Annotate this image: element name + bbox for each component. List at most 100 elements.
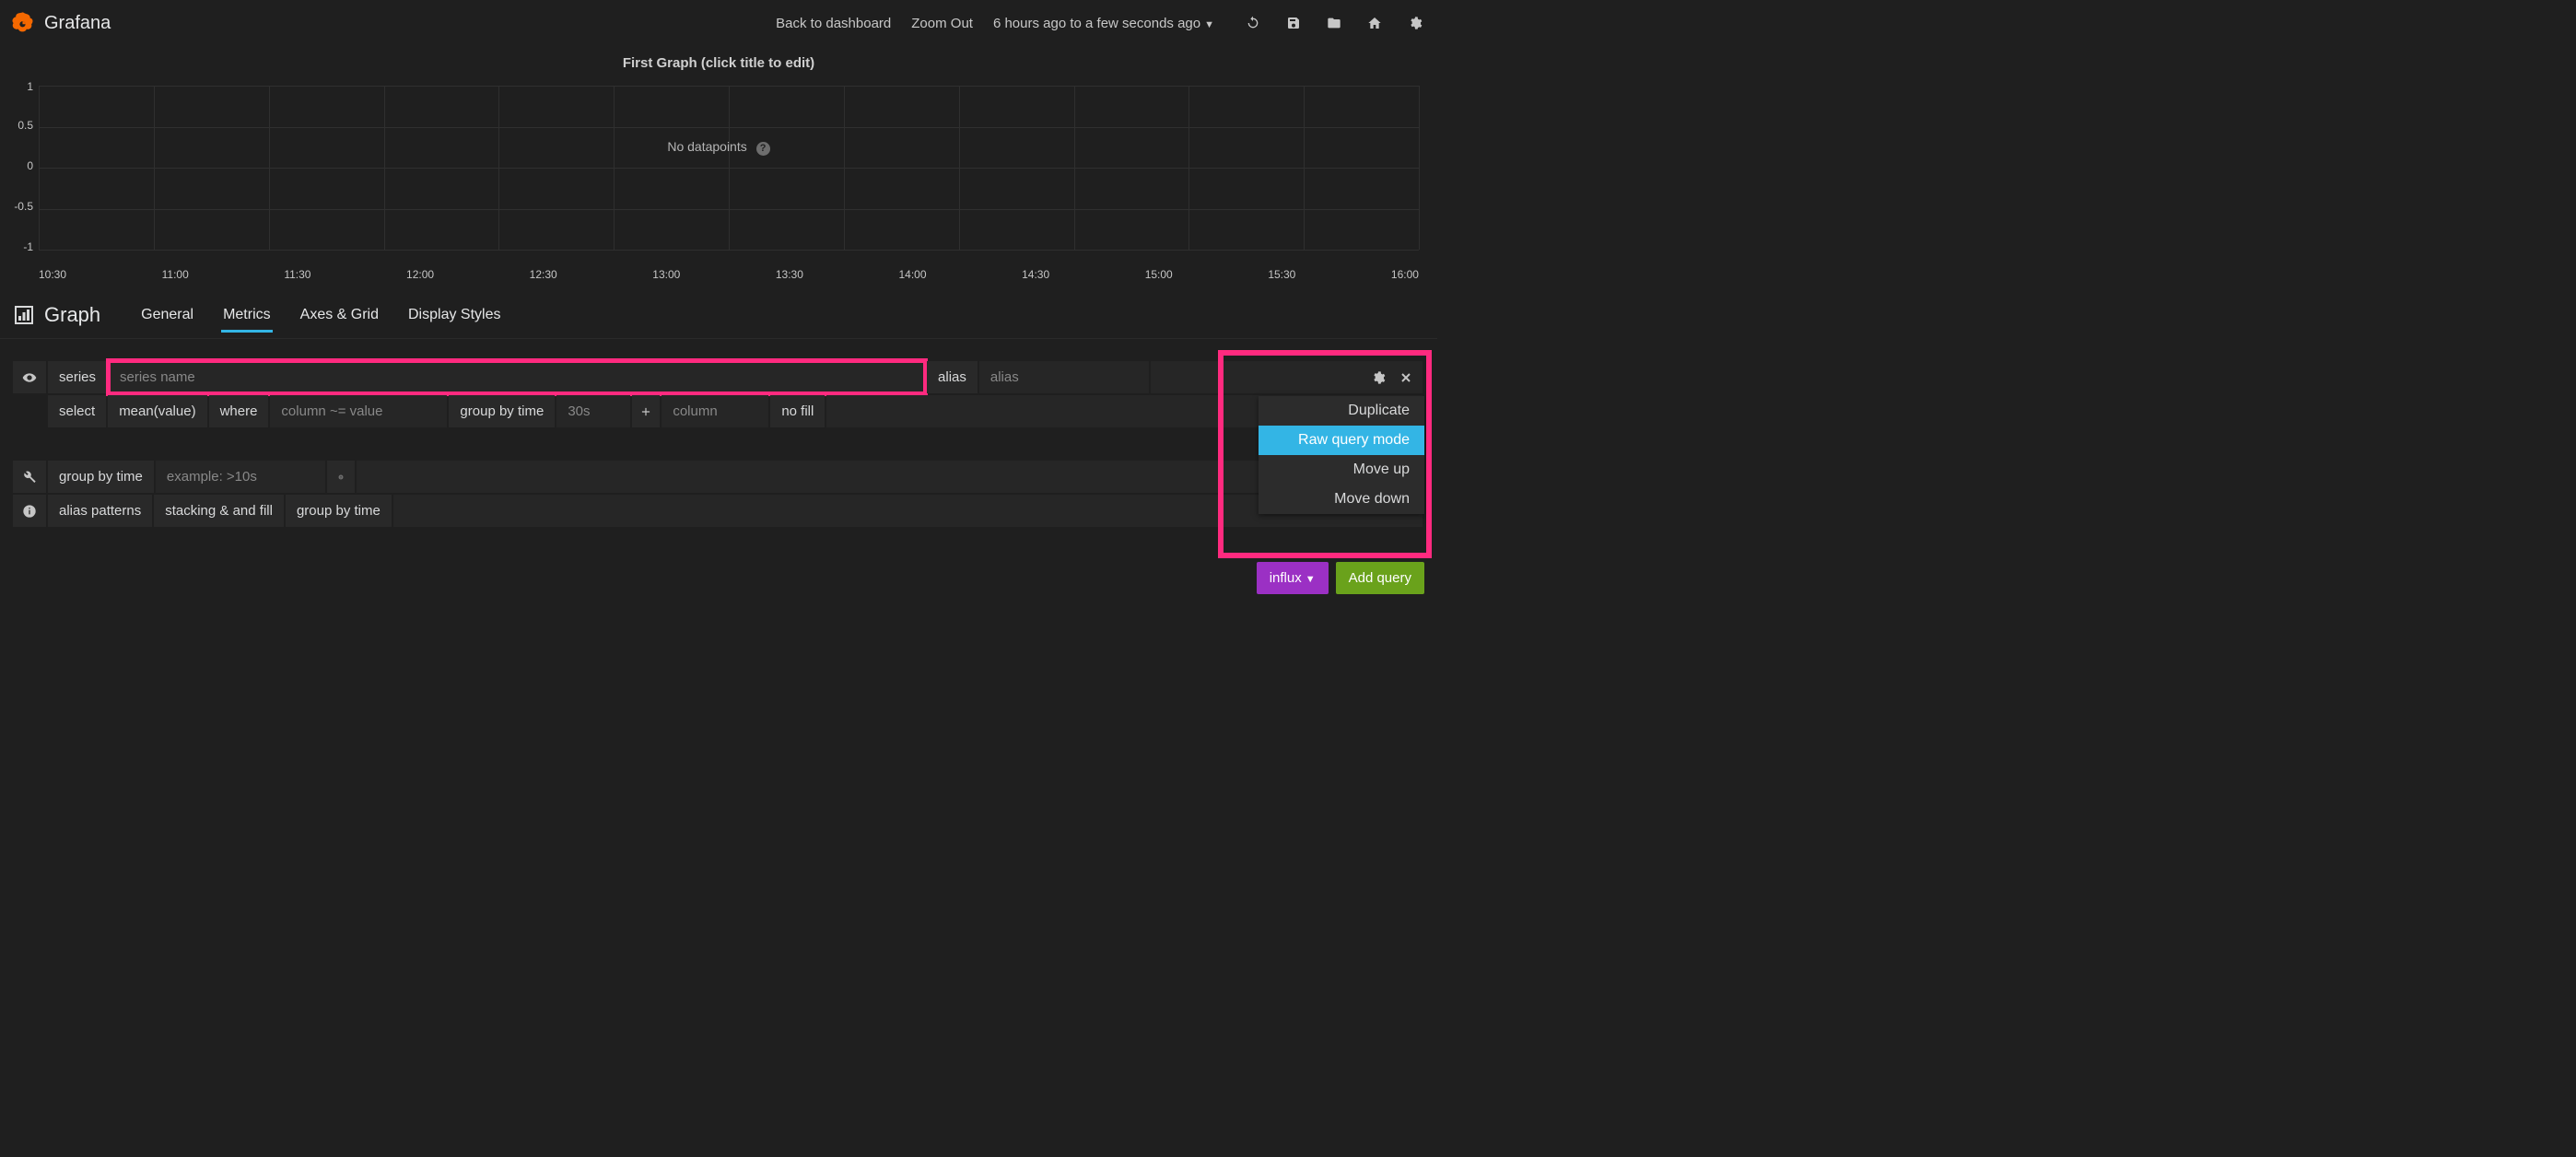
series-label: series — [48, 361, 107, 393]
gear-icon[interactable] — [1371, 370, 1386, 385]
brand-name[interactable]: Grafana — [44, 13, 111, 34]
x-tick: 13:00 — [652, 268, 680, 281]
folder-icon[interactable] — [1327, 16, 1341, 30]
editor-tab-row: Graph General Metrics Axes & Grid Displa… — [0, 294, 1437, 339]
series-name-input[interactable]: series name — [109, 361, 925, 393]
panel-options: group by time example: >10s ? alias patt… — [0, 437, 1437, 536]
x-tick: 15:30 — [1268, 268, 1295, 281]
x-tick: 13:30 — [776, 268, 803, 281]
zoom-out-link[interactable]: Zoom Out — [911, 16, 973, 31]
stacking-fill-link[interactable]: stacking & and fill — [154, 495, 284, 527]
alias-label: alias — [927, 361, 978, 393]
eye-icon — [22, 370, 37, 385]
groupby-row: group by time example: >10s ? — [13, 461, 1424, 493]
x-axis-labels: 10:30 11:00 11:30 12:00 12:30 13:00 13:3… — [0, 264, 1437, 294]
chart-grid — [39, 86, 1419, 250]
svg-text:?: ? — [340, 475, 342, 479]
x-tick: 12:00 — [406, 268, 434, 281]
alias-patterns-link[interactable]: alias patterns — [48, 495, 152, 527]
groupby-label: group by time — [48, 461, 154, 493]
chart-area: 1 0.5 0 -0.5 -1 No datapoints ? — [0, 71, 1437, 264]
wrench-icon — [22, 470, 37, 485]
alias-input[interactable]: alias — [979, 361, 1149, 393]
y-tick: 0 — [7, 159, 33, 172]
x-tick: 11:30 — [284, 268, 310, 281]
home-icon[interactable] — [1367, 16, 1382, 30]
y-tick: 0.5 — [7, 119, 33, 132]
no-datapoints-message: No datapoints ? — [0, 139, 1437, 156]
query-editor: series series name alias alias select me… — [0, 339, 1437, 437]
groupby-help[interactable]: ? — [327, 461, 355, 493]
eye-toggle[interactable] — [13, 361, 46, 393]
menu-move-up[interactable]: Move up — [1259, 455, 1424, 485]
gear-icon[interactable] — [1408, 16, 1423, 30]
grafana-logo — [11, 11, 35, 35]
info-button[interactable] — [13, 495, 46, 527]
refresh-icon[interactable] — [1246, 16, 1260, 30]
footer-buttons: influx▼ Add query — [0, 536, 1437, 620]
panel-type-label[interactable]: Graph — [44, 303, 100, 327]
groupby-time-placeholder: 30s — [568, 403, 590, 419]
menu-raw-query-mode[interactable]: Raw query mode — [1259, 426, 1424, 455]
fill-selector[interactable]: no fill — [770, 395, 825, 427]
menu-duplicate[interactable]: Duplicate — [1259, 396, 1424, 426]
x-tick: 16:00 — [1391, 268, 1419, 281]
x-tick: 14:30 — [1022, 268, 1049, 281]
topbar: Grafana Back to dashboard Zoom Out 6 hou… — [0, 0, 1437, 46]
topbar-right: Back to dashboard Zoom Out 6 hours ago t… — [776, 16, 1426, 31]
y-tick: 1 — [7, 80, 33, 93]
info-row: alias patterns stacking & and fill group… — [13, 495, 1424, 527]
select-value[interactable]: mean(value) — [108, 395, 206, 427]
datasource-selector[interactable]: influx▼ — [1257, 562, 1329, 594]
query-settings-menu: Duplicate Raw query mode Move up Move do… — [1259, 396, 1424, 514]
help-icon[interactable]: ? — [756, 142, 770, 156]
close-icon[interactable] — [1399, 370, 1413, 385]
x-tick: 14:00 — [898, 268, 926, 281]
panel: First Graph (click title to edit) 1 0.5 … — [0, 46, 1437, 294]
topbar-icons — [1246, 16, 1426, 30]
save-icon[interactable] — [1286, 16, 1301, 30]
add-group-button[interactable] — [632, 395, 660, 427]
groupby-input[interactable]: example: >10s — [156, 461, 325, 493]
tab-axes-grid[interactable]: Axes & Grid — [299, 303, 381, 327]
x-tick: 15:00 — [1145, 268, 1173, 281]
alias-placeholder: alias — [990, 369, 1019, 385]
query-row-2: select mean(value) where column ~= value… — [13, 395, 1424, 427]
time-range-label: 6 hours ago to a few seconds ago — [993, 16, 1200, 31]
select-label: select — [48, 395, 106, 427]
tab-general[interactable]: General — [139, 303, 195, 327]
panel-title[interactable]: First Graph (click title to edit) — [0, 46, 1437, 71]
editor-body: series series name alias alias select me… — [0, 339, 1437, 620]
groupby-time-input[interactable]: 30s — [556, 395, 630, 427]
x-tick: 10:30 — [39, 268, 66, 281]
tab-display-styles[interactable]: Display Styles — [406, 303, 502, 327]
column-placeholder: column — [673, 403, 717, 419]
wrench-button[interactable] — [13, 461, 46, 493]
groupby-time-label: group by time — [449, 395, 555, 427]
groupby-placeholder: example: >10s — [167, 469, 257, 485]
where-input[interactable]: column ~= value — [270, 395, 447, 427]
groupby-time-link[interactable]: group by time — [286, 495, 392, 527]
add-query-button[interactable]: Add query — [1336, 562, 1424, 594]
where-label: where — [209, 395, 269, 427]
series-placeholder: series name — [120, 369, 195, 385]
query-row-tail — [1151, 361, 1423, 393]
panel-type: Graph — [13, 303, 113, 327]
x-tick: 11:00 — [162, 268, 189, 281]
where-placeholder: column ~= value — [281, 403, 382, 419]
menu-move-down[interactable]: Move down — [1259, 485, 1424, 514]
x-tick: 12:30 — [530, 268, 557, 281]
y-tick: -0.5 — [7, 200, 33, 213]
plus-icon — [639, 405, 652, 418]
info-icon — [22, 504, 37, 519]
bar-chart-icon — [13, 304, 35, 326]
tab-metrics[interactable]: Metrics — [221, 303, 273, 327]
column-input[interactable]: column — [662, 395, 768, 427]
y-tick: -1 — [7, 240, 33, 253]
query-row-1: series series name alias alias — [13, 361, 1424, 393]
time-range-picker[interactable]: 6 hours ago to a few seconds ago▼ — [993, 16, 1214, 31]
back-to-dashboard-link[interactable]: Back to dashboard — [776, 16, 891, 31]
help-icon: ? — [338, 471, 344, 484]
datasource-label: influx — [1270, 570, 1302, 586]
no-data-text: No datapoints — [667, 139, 746, 154]
